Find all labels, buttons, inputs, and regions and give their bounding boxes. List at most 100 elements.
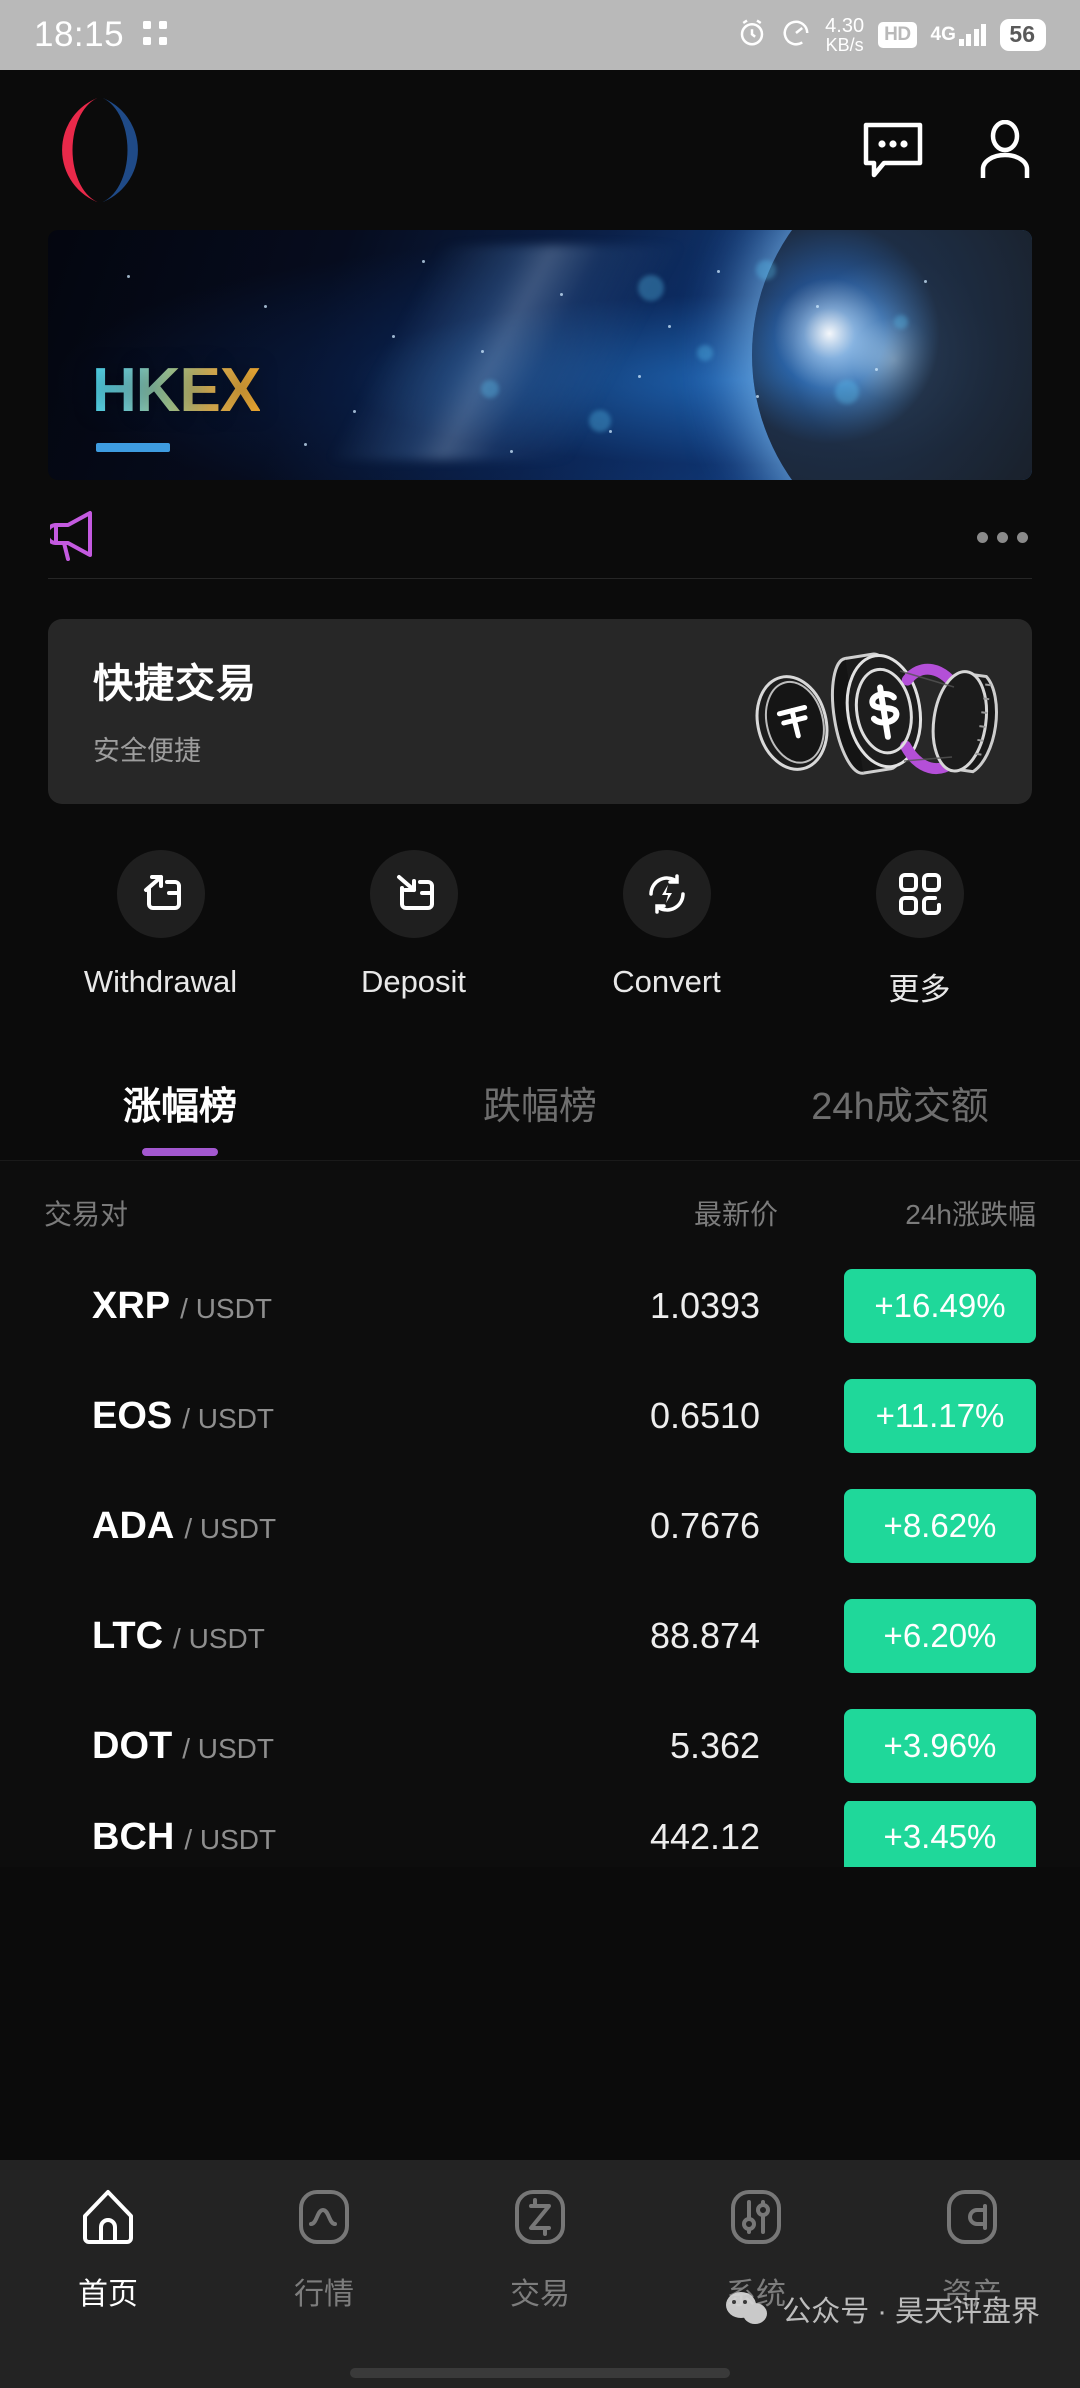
pair-quote: / USDT — [173, 1622, 265, 1654]
watermark-text: 公众号 · 昊天评盘界 — [782, 2296, 1040, 2328]
table-row[interactable]: LTC / USDT 88.874 +6.20% — [0, 1581, 1080, 1691]
nav-trade[interactable]: 交易 — [432, 2186, 648, 2313]
column-header-pair: 交易对 — [44, 1199, 129, 1230]
change-badge: +8.62% — [843, 1489, 1036, 1563]
change-cell: +16.49% — [778, 1269, 1036, 1343]
deposit-arrow-in-icon — [369, 850, 458, 938]
assets-wallet-icon — [941, 2186, 1003, 2253]
pair-cell: ADA / USDT — [44, 1505, 480, 1548]
quick-trade-section: 快捷交易 安全便捷 — [0, 579, 1080, 804]
promo-banner[interactable]: HKEX — [48, 230, 1032, 480]
alarm-clock-icon — [737, 18, 767, 53]
multitask-icon — [142, 20, 168, 51]
banner-underline — [96, 443, 170, 452]
nav-label: 首页 — [78, 2278, 138, 2311]
signal-bars — [958, 24, 987, 46]
change-cell: +3.96% — [778, 1709, 1036, 1783]
table-row[interactable]: XRP / USDT 1.0393 +16.49% — [0, 1251, 1080, 1361]
speedometer-icon — [781, 18, 811, 53]
nav-home[interactable]: 首页 — [0, 2186, 216, 2313]
more-dots-icon[interactable] — [977, 531, 1028, 543]
action-convert[interactable]: Convert — [540, 850, 793, 1009]
action-more[interactable]: 更多 — [793, 850, 1046, 1009]
action-label: Withdrawal — [83, 964, 238, 999]
action-label: 更多 — [888, 972, 951, 1007]
nav-label: 行情 — [294, 2278, 354, 2311]
withdraw-arrow-out-icon — [116, 850, 205, 938]
price-cell: 442.12 — [649, 1816, 761, 1857]
action-deposit[interactable]: Deposit — [287, 850, 540, 1009]
banner-title: HKEX — [92, 356, 261, 425]
header-icons — [862, 120, 1034, 180]
pair-cell: EOS / USDT — [44, 1395, 480, 1438]
market-table: 交易对 最新价 24h涨跌幅 XRP / USDT 1.0393 +16.49%… — [0, 1161, 1080, 1867]
system-sliders-icon — [725, 2186, 787, 2253]
table-row[interactable]: ADA / USDT 0.7676 +8.62% — [0, 1471, 1080, 1581]
change-cell: +6.20% — [778, 1599, 1036, 1673]
tab-label: 24h成交额 — [811, 1086, 989, 1128]
network-type-label: 4G — [930, 24, 956, 45]
market-table-header: 交易对 最新价 24h涨跌幅 — [0, 1167, 1080, 1251]
nav-label: 交易 — [510, 2278, 570, 2311]
pair-base: ADA — [92, 1504, 175, 1547]
action-row: Withdrawal Deposit Convert 更多 — [0, 804, 1080, 1009]
tab-volume-24h[interactable]: 24h成交额 — [720, 1075, 1080, 1160]
trade-z-icon — [509, 2186, 571, 2253]
change-badge: +16.49% — [843, 1269, 1036, 1343]
change-cell: +8.62% — [778, 1489, 1036, 1563]
change-badge: +3.45% — [843, 1801, 1036, 1867]
announcement-bar[interactable] — [0, 480, 1080, 572]
price-cell: 5.362 — [669, 1725, 761, 1766]
wechat-icon — [726, 2292, 770, 2326]
convert-refresh-icon — [622, 850, 711, 938]
home-indicator — [350, 2368, 730, 2378]
network-speed-value: 4.30 — [825, 15, 865, 37]
price-cell: 1.0393 — [649, 1285, 761, 1326]
pair-cell: DOT / USDT — [44, 1725, 480, 1768]
status-bar-right: 4.30 KB/s HD 4G 56 — [737, 16, 1046, 54]
three-coins-icon — [722, 631, 1022, 791]
tab-gainers[interactable]: 涨幅榜 — [0, 1075, 360, 1160]
wechat-watermark: 公众号 · 昊天评盘界 — [726, 2288, 1040, 2330]
action-label: Convert — [612, 964, 721, 999]
battery-icon: 56 — [1000, 19, 1046, 51]
pair-quote: / USDT — [182, 1732, 274, 1764]
action-withdrawal[interactable]: Withdrawal — [34, 850, 287, 1009]
banner-section: HKEX — [0, 230, 1080, 480]
pair-base: DOT — [92, 1724, 173, 1767]
table-row[interactable]: EOS / USDT 0.6510 +11.17% — [0, 1361, 1080, 1471]
market-tabs: 涨幅榜 跌幅榜 24h成交额 — [0, 1009, 1080, 1160]
tab-label: 跌幅榜 — [482, 1086, 597, 1128]
column-header-change: 24h涨跌幅 — [905, 1199, 1036, 1230]
person-icon[interactable] — [976, 120, 1034, 180]
pair-cell: XRP / USDT — [44, 1285, 480, 1328]
price-cell: 88.874 — [649, 1615, 761, 1656]
app-screen: 18:15 4.30 KB/s HD 4G 56 HKEX 快捷交易 安全便捷 … — [0, 0, 1080, 2388]
table-row[interactable]: DOT / USDT 5.362 +3.96% — [0, 1691, 1080, 1801]
table-row[interactable]: BCH / USDT 442.12 +3.45% — [0, 1801, 1080, 1867]
tab-label: 涨幅榜 — [122, 1086, 237, 1128]
hd-icon: HD — [878, 22, 917, 48]
pair-cell: LTC / USDT — [44, 1615, 480, 1658]
chat-bubble-icon[interactable] — [862, 121, 924, 179]
pair-quote: / USDT — [184, 1512, 277, 1544]
home-icon — [77, 2186, 139, 2253]
column-header-price: 最新价 — [694, 1199, 779, 1230]
hkex-logo[interactable] — [50, 95, 150, 205]
change-cell: +3.45% — [778, 1801, 1036, 1867]
pair-base: BCH — [92, 1815, 175, 1858]
change-badge: +3.96% — [843, 1709, 1036, 1783]
pair-quote: / USDT — [184, 1823, 277, 1855]
status-time: 18:15 — [34, 15, 125, 54]
action-label: Deposit — [360, 964, 467, 999]
pair-quote: / USDT — [180, 1292, 272, 1324]
markets-wave-icon — [293, 2186, 355, 2253]
status-bar-left: 18:15 — [34, 15, 168, 55]
nav-markets[interactable]: 行情 — [216, 2186, 432, 2313]
quick-trade-card[interactable]: 快捷交易 安全便捷 — [48, 619, 1032, 804]
change-badge: +11.17% — [843, 1379, 1036, 1453]
tab-losers[interactable]: 跌幅榜 — [360, 1075, 720, 1160]
tab-active-underline — [142, 1148, 218, 1156]
bottom-navigation: 首页 行情 交易 系统 资产 公众号 · 昊天评盘界 — [0, 2160, 1080, 2388]
megaphone-icon — [45, 509, 108, 566]
